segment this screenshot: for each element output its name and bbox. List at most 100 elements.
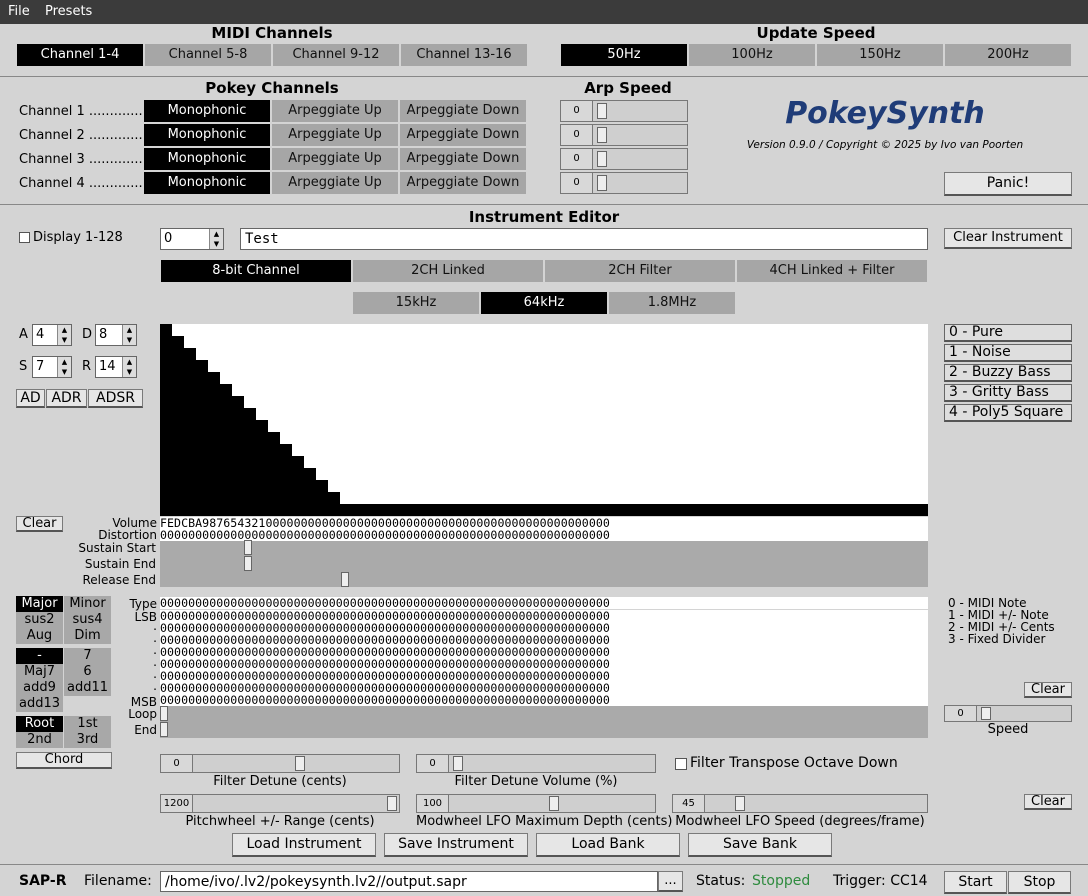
spinner-arrows[interactable]: ▲ ▼	[122, 357, 136, 377]
envelope-bar[interactable]	[328, 492, 340, 516]
envelope-bar[interactable]	[796, 504, 808, 516]
envelope-bar[interactable]	[640, 504, 652, 516]
type-sequence[interactable]: 0000000000000000000000000000000000000000…	[160, 597, 928, 609]
envelope-bar[interactable]	[424, 504, 436, 516]
envelope-bar[interactable]	[196, 360, 208, 516]
envelope-bar[interactable]	[652, 504, 664, 516]
instrument-number-spinner[interactable]: 0 ▲ ▼	[160, 228, 224, 250]
ch3-arp-up[interactable]: Arpeggiate Up	[271, 147, 399, 171]
envelope-bar[interactable]	[496, 504, 508, 516]
instrument-name-input[interactable]: Test	[240, 228, 928, 250]
wave-buzzy-bass-button[interactable]: 2 - Buzzy Bass	[944, 364, 1072, 382]
ch3-arp-down[interactable]: Arpeggiate Down	[399, 147, 527, 171]
filter-detune-volume-slider[interactable]: 0	[416, 754, 656, 773]
envelope-bar[interactable]	[460, 504, 472, 516]
envelope-bar[interactable]	[772, 504, 784, 516]
slider-knob[interactable]	[735, 796, 745, 811]
envelope-bar[interactable]	[508, 504, 520, 516]
filter-transpose-checkbox[interactable]	[675, 758, 687, 770]
envelope-bar[interactable]	[472, 504, 484, 516]
envelope-bar[interactable]	[904, 504, 916, 516]
envelope-bar[interactable]	[724, 504, 736, 516]
nibble-sequence-3[interactable]: 0000000000000000000000000000000000000000…	[160, 634, 928, 646]
envelope-bar[interactable]	[916, 504, 928, 516]
envelope-bar[interactable]	[580, 504, 592, 516]
mode-2ch-linked[interactable]: 2CH Linked	[352, 259, 544, 283]
envelope-bar[interactable]	[664, 504, 676, 516]
modwheel-depth-slider[interactable]: 100	[416, 794, 656, 813]
envelope-bar[interactable]	[760, 504, 772, 516]
envelope-bar[interactable]	[376, 504, 388, 516]
wave-gritty-bass-button[interactable]: 3 - Gritty Bass	[944, 384, 1072, 402]
tab-channel-5-8[interactable]: Channel 5-8	[144, 43, 272, 67]
envelope-graph[interactable]	[160, 324, 928, 516]
clock-1-8mhz[interactable]: 1.8MHz	[608, 291, 736, 315]
tab-channel-1-4[interactable]: Channel 1-4	[16, 43, 144, 67]
mode-4ch-linked-filter[interactable]: 4CH Linked + Filter	[736, 259, 928, 283]
envelope-bar[interactable]	[808, 504, 820, 516]
save-bank-button[interactable]: Save Bank	[688, 833, 832, 857]
ch1-monophonic[interactable]: Monophonic	[143, 99, 271, 123]
envelope-bar[interactable]	[676, 504, 688, 516]
mode-2ch-filter[interactable]: 2CH Filter	[544, 259, 736, 283]
tab-channel-13-16[interactable]: Channel 13-16	[400, 43, 528, 67]
pitchwheel-range-slider[interactable]: 1200	[160, 794, 400, 813]
envelope-bar[interactable]	[220, 384, 232, 516]
clear-notes-button[interactable]: Clear	[1024, 682, 1072, 698]
sustain-start-marker[interactable]	[244, 540, 252, 555]
nibble-sequence-2[interactable]: 0000000000000000000000000000000000000000…	[160, 622, 928, 634]
release-spinner[interactable]: 14 ▲ ▼	[95, 356, 137, 378]
slider-knob[interactable]	[549, 796, 559, 811]
adsr-button[interactable]: ADSR	[88, 389, 143, 408]
ad-button[interactable]: AD	[16, 389, 45, 408]
release-end-marker[interactable]	[341, 572, 349, 587]
tab-channel-9-12[interactable]: Channel 9-12	[272, 43, 400, 67]
envelope-bar[interactable]	[316, 480, 328, 516]
envelope-bar[interactable]	[604, 504, 616, 516]
envelope-bar[interactable]	[592, 504, 604, 516]
envelope-bar[interactable]	[388, 504, 400, 516]
envelope-bar[interactable]	[616, 504, 628, 516]
spinner-arrows[interactable]: ▲ ▼	[57, 357, 71, 377]
envelope-bar[interactable]	[784, 504, 796, 516]
clear-modulation-button[interactable]: Clear	[1024, 794, 1072, 810]
envelope-bar[interactable]	[736, 504, 748, 516]
envelope-bar[interactable]	[868, 504, 880, 516]
envelope-bar[interactable]	[700, 504, 712, 516]
sustain-spinner[interactable]: 7 ▲ ▼	[32, 356, 72, 378]
ch4-arp-up[interactable]: Arpeggiate Up	[271, 171, 399, 195]
envelope-bar[interactable]	[628, 504, 640, 516]
clear-instrument-button[interactable]: Clear Instrument	[944, 228, 1072, 249]
decay-spinner[interactable]: 8 ▲ ▼	[95, 324, 137, 346]
distortion-sequence[interactable]: 0000000000000000000000000000000000000000…	[160, 529, 928, 541]
tab-150hz[interactable]: 150Hz	[816, 43, 944, 67]
envelope-bar[interactable]	[484, 504, 496, 516]
slider-knob[interactable]	[387, 796, 397, 811]
spinner-arrows[interactable]: ▲ ▼	[57, 325, 71, 345]
envelope-bar[interactable]	[556, 504, 568, 516]
envelope-bar[interactable]	[352, 504, 364, 516]
ch1-arp-down[interactable]: Arpeggiate Down	[399, 99, 527, 123]
envelope-bar[interactable]	[292, 456, 304, 516]
envelope-bar[interactable]	[412, 504, 424, 516]
slider-knob[interactable]	[597, 175, 607, 191]
tab-200hz[interactable]: 200Hz	[944, 43, 1072, 67]
envelope-bar[interactable]	[520, 504, 532, 516]
nibble-sequence-5[interactable]: 0000000000000000000000000000000000000000…	[160, 658, 928, 670]
tab-50hz[interactable]: 50Hz	[560, 43, 688, 67]
save-instrument-button[interactable]: Save Instrument	[384, 833, 528, 857]
wave-poly5-square-button[interactable]: 4 - Poly5 Square	[944, 404, 1072, 422]
slider-knob[interactable]	[597, 103, 607, 119]
chord-button[interactable]: Chord	[16, 752, 112, 769]
stop-button[interactable]: Stop	[1008, 871, 1071, 894]
nibble-sequence-4[interactable]: 0000000000000000000000000000000000000000…	[160, 646, 928, 658]
envelope-bar[interactable]	[568, 504, 580, 516]
attack-spinner[interactable]: 4 ▲ ▼	[32, 324, 72, 346]
filter-detune-slider[interactable]: 0	[160, 754, 400, 773]
slider-knob[interactable]	[453, 756, 463, 771]
envelope-bar[interactable]	[256, 420, 268, 516]
envelope-bar[interactable]	[268, 432, 280, 516]
filename-input[interactable]: /home/ivo/.lv2/pokeysynth.lv2//output.sa…	[160, 871, 658, 892]
ch3-monophonic[interactable]: Monophonic	[143, 147, 271, 171]
nibble-sequence-7[interactable]: 0000000000000000000000000000000000000000…	[160, 682, 928, 694]
